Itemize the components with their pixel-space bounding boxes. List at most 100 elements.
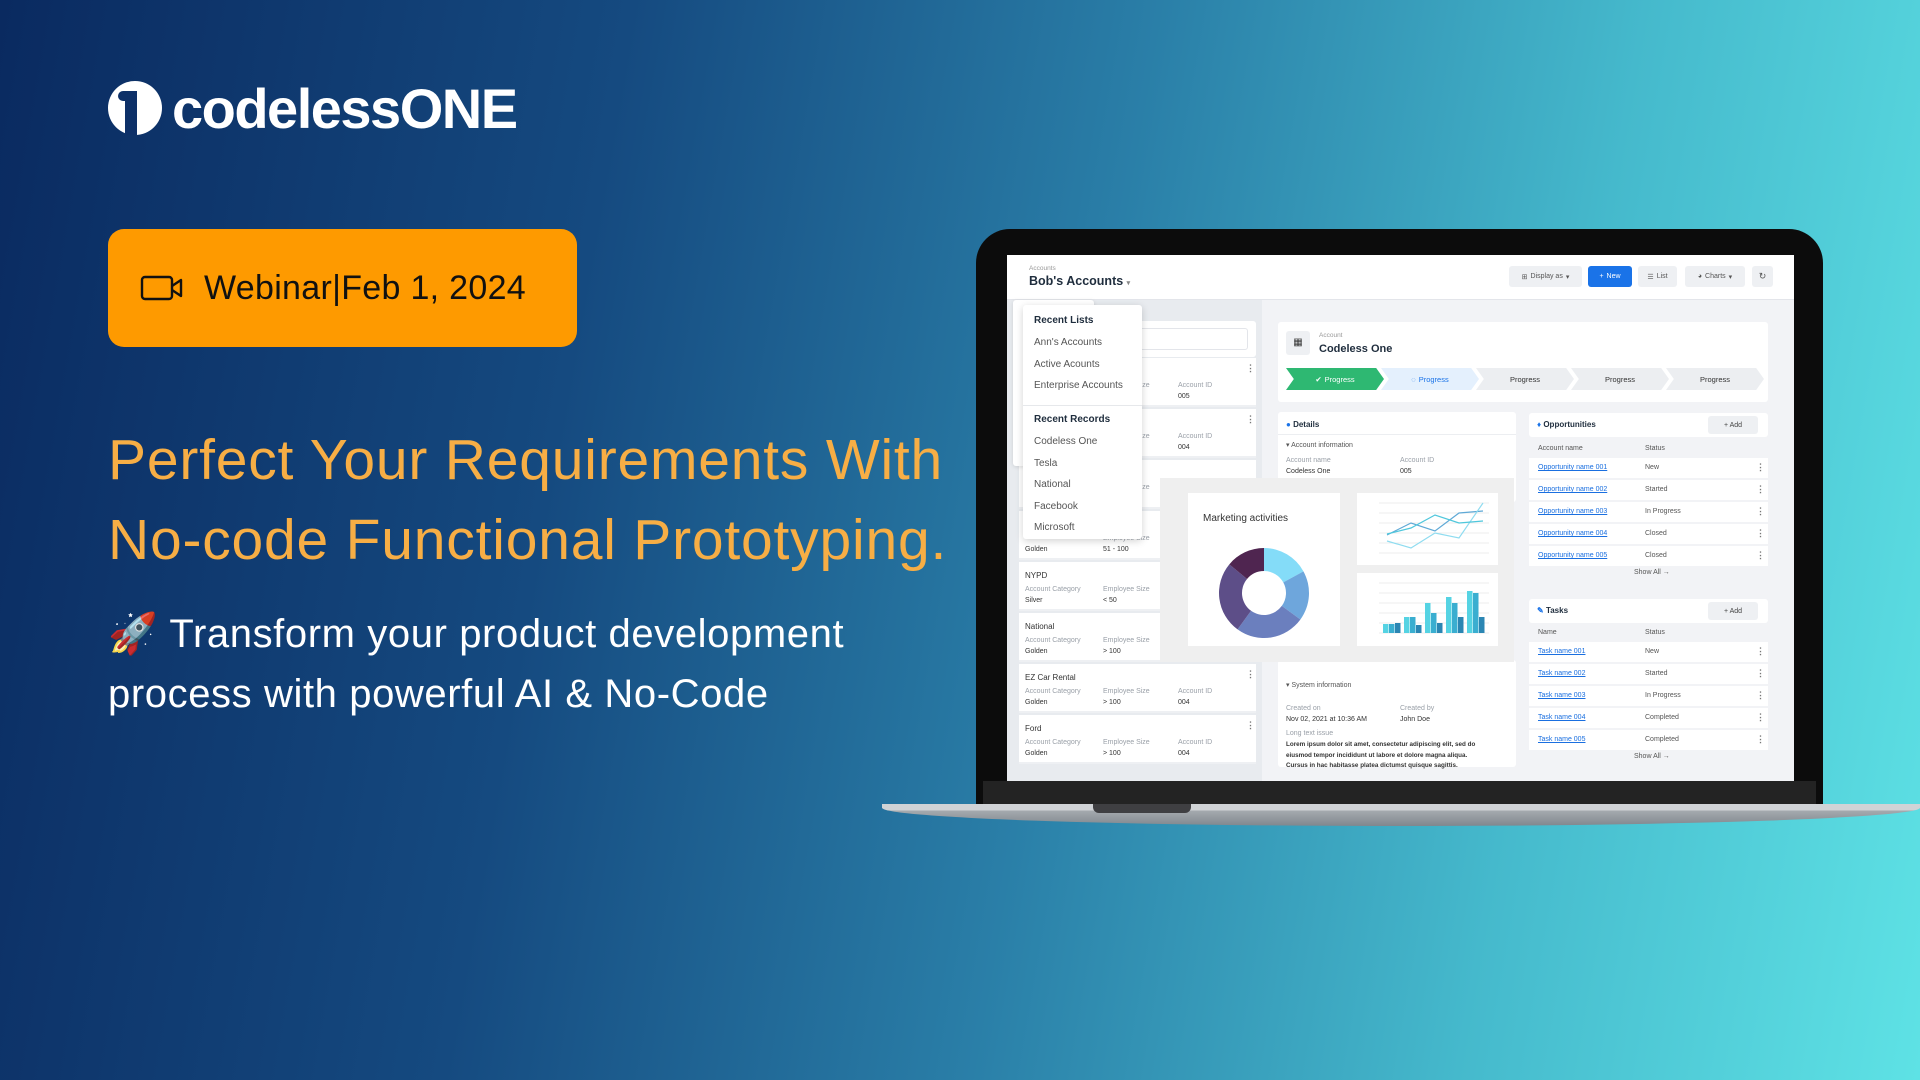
created-by-label: Created by <box>1400 705 1435 712</box>
account-id-value: 004 <box>1178 699 1190 706</box>
record-link[interactable]: Task name 001 <box>1538 648 1585 655</box>
recent-record-item[interactable]: Codeless One <box>1034 436 1097 447</box>
kebab-menu-icon[interactable]: ⋮ <box>1246 720 1255 731</box>
progress-step[interactable]: ◌ Progress <box>1381 368 1479 390</box>
recent-list-item[interactable]: Ann's Accounts <box>1034 337 1102 348</box>
account-id-label: Account ID <box>1178 739 1213 746</box>
table-row: Opportunity name 005 Closed ⋮ <box>1529 546 1768 566</box>
line-chart-card <box>1357 493 1498 565</box>
record-link[interactable]: Task name 005 <box>1538 736 1585 743</box>
kebab-menu-icon[interactable]: ⋮ <box>1756 668 1765 679</box>
kebab-menu-icon[interactable]: ⋮ <box>1756 528 1765 539</box>
account-id-label: Account ID <box>1178 382 1213 389</box>
pie-chart-icon: ◕ <box>1697 273 1703 280</box>
kebab-menu-icon[interactable]: ⋮ <box>1756 734 1765 745</box>
account-name-label: Account name <box>1286 457 1331 464</box>
account-list-item[interactable]: Ford Account Category Golden Employee Size >… <box>1019 715 1256 764</box>
list-button[interactable]: ☰ List <box>1638 266 1677 287</box>
webinar-badge: Webinar|Feb 1, 2024 <box>108 229 577 347</box>
account-info-toggle[interactable]: ▾ Account information <box>1286 441 1353 449</box>
long-text-line: Cursus in hac habitasse platea dictumst … <box>1286 762 1458 769</box>
recent-record-item[interactable]: Facebook <box>1034 501 1078 512</box>
record-type: Account <box>1319 332 1343 339</box>
kebab-menu-icon[interactable]: ⋮ <box>1246 363 1255 374</box>
laptop-base <box>882 804 1920 826</box>
refresh-icon: ↻ <box>1758 271 1767 281</box>
kebab-menu-icon[interactable]: ⋮ <box>1246 414 1255 425</box>
display-as-button[interactable]: ⊞ Display as ▾ <box>1509 266 1582 287</box>
record-link[interactable]: Opportunity name 001 <box>1538 464 1607 471</box>
bar <box>1404 617 1410 633</box>
droplet-icon: ♦ <box>1537 420 1542 429</box>
divider <box>1278 434 1516 435</box>
column-header-status: Status <box>1645 445 1665 452</box>
account-list-item[interactable]: EZ Car Rental Account Category Golden Emplo… <box>1019 664 1256 713</box>
recent-record-item[interactable]: National <box>1034 479 1071 490</box>
status-text: In Progress <box>1645 508 1681 515</box>
account-info-label: Account information <box>1291 442 1353 449</box>
display-as-label: Display as <box>1530 273 1563 280</box>
kebab-menu-icon[interactable]: ⋮ <box>1756 484 1765 495</box>
kebab-menu-icon[interactable]: ⋮ <box>1246 669 1255 680</box>
kebab-menu-icon[interactable]: ⋮ <box>1756 646 1765 657</box>
kebab-menu-icon[interactable]: ⋮ <box>1756 712 1765 723</box>
bar <box>1431 613 1437 633</box>
table-row: Opportunity name 004 Closed ⋮ <box>1529 524 1768 544</box>
account-name: NYPD <box>1025 571 1048 580</box>
progress-step[interactable]: Progress <box>1476 368 1574 390</box>
kebab-menu-icon[interactable]: ⋮ <box>1756 462 1765 473</box>
table-row: Task name 005 Completed ⋮ <box>1529 730 1768 750</box>
opportunities-heading: ♦ Opportunities <box>1537 420 1596 429</box>
breadcrumb[interactable]: Accounts <box>1029 265 1056 272</box>
record-link[interactable]: Task name 002 <box>1538 670 1585 677</box>
employee-size-label: Employee Size <box>1103 739 1150 746</box>
bar <box>1479 617 1485 633</box>
opportunities-title: Opportunities <box>1543 420 1596 429</box>
refresh-button[interactable]: ↻ <box>1752 266 1773 287</box>
record-link[interactable]: Opportunity name 005 <box>1538 552 1607 559</box>
status-text: Completed <box>1645 714 1679 721</box>
charts-label: Charts <box>1705 273 1726 280</box>
chevron-down-icon: ▾ <box>1728 273 1733 281</box>
laptop-notch <box>1093 804 1191 813</box>
one-circle-logo-icon <box>108 81 162 135</box>
progress-step[interactable]: Progress <box>1666 368 1764 390</box>
category-value: Golden <box>1025 546 1048 553</box>
list-title[interactable]: Bob's Accounts ▾ <box>1029 274 1130 288</box>
add-opportunity-button[interactable]: + Add <box>1708 416 1758 434</box>
bar-chart-card <box>1357 573 1498 646</box>
brand-name: codelessONE <box>172 76 518 140</box>
kebab-menu-icon[interactable]: ⋮ <box>1756 506 1765 517</box>
add-task-button[interactable]: + Add <box>1708 602 1758 620</box>
charts-button[interactable]: ◕ Charts ▾ <box>1685 266 1745 287</box>
recent-list-item[interactable]: Active Acounts <box>1034 359 1100 370</box>
app-header: Accounts Bob's Accounts ▾ ⊞ Display as ▾ +… <box>1007 255 1794 300</box>
record-link[interactable]: Task name 004 <box>1538 714 1585 721</box>
category-label: Account Category <box>1025 586 1081 593</box>
show-all-link[interactable]: Show All → <box>1634 569 1670 576</box>
new-button[interactable]: + New <box>1588 266 1632 287</box>
donut-card: Marketing activities <box>1188 493 1340 646</box>
kebab-menu-icon[interactable]: ⋮ <box>1756 690 1765 701</box>
show-all-link[interactable]: Show All → <box>1634 753 1670 760</box>
system-info-toggle[interactable]: ▾ System information <box>1286 681 1351 689</box>
record-link[interactable]: Opportunity name 004 <box>1538 530 1607 537</box>
account-name: Ford <box>1025 724 1042 733</box>
recent-lists-heading: Recent Lists <box>1034 315 1094 326</box>
category-value: Silver <box>1025 597 1043 604</box>
progress-step[interactable]: ✔ Progress <box>1286 368 1384 390</box>
record-link[interactable]: Opportunity name 003 <box>1538 508 1607 515</box>
table-row: Opportunity name 001 New ⋮ <box>1529 458 1768 478</box>
recent-record-item[interactable]: Tesla <box>1034 458 1057 469</box>
system-info-card: ▾ System information Created on Nov 02, … <box>1278 660 1516 769</box>
bar <box>1389 624 1395 633</box>
webinar-date: Webinar|Feb 1, 2024 <box>204 268 526 307</box>
record-link[interactable]: Opportunity name 002 <box>1538 486 1607 493</box>
category-value: Golden <box>1025 750 1048 757</box>
progress-step[interactable]: Progress <box>1571 368 1669 390</box>
kebab-menu-icon[interactable]: ⋮ <box>1756 550 1765 561</box>
recent-list-item[interactable]: Enterprise Accounts <box>1034 380 1123 391</box>
recent-record-item[interactable]: Microsoft <box>1034 522 1075 533</box>
record-link[interactable]: Task name 003 <box>1538 692 1585 699</box>
account-id-value: 004 <box>1178 750 1190 757</box>
